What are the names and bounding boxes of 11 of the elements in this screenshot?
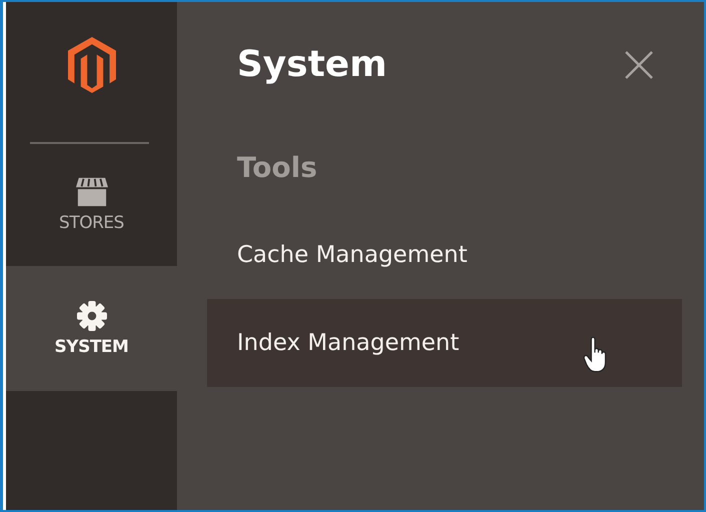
hand-cursor-icon: [583, 337, 609, 373]
logo-icon[interactable]: [68, 36, 116, 94]
menu-item[interactable]: Index Management: [207, 299, 682, 387]
panel-title: System: [237, 44, 387, 85]
menu-item[interactable]: Cache Management: [207, 211, 682, 299]
gear-icon: [76, 300, 108, 330]
storefront-icon: [76, 177, 108, 207]
section-heading: Tools: [236, 150, 318, 186]
nav-item[interactable]: SYSTEM: [6, 266, 177, 391]
nav-item[interactable]: STORES: [6, 144, 177, 266]
close-icon[interactable]: [624, 50, 654, 80]
